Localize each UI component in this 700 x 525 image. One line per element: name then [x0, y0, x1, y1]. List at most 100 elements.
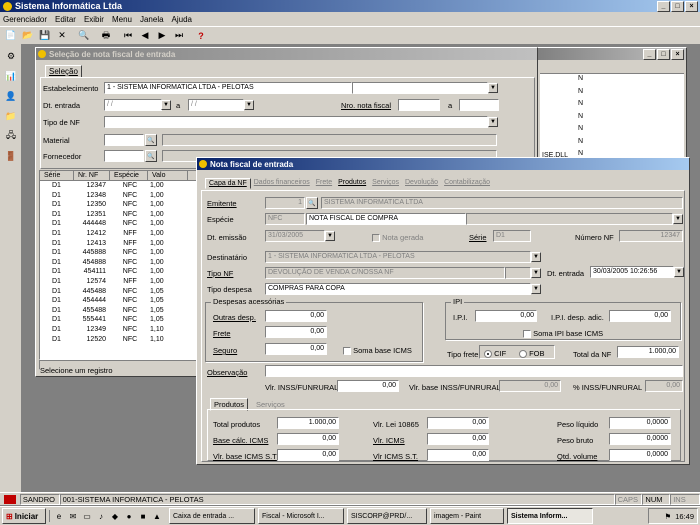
especie-code-field[interactable]: NFC [265, 213, 305, 225]
frete-field[interactable]: 0,00 [265, 326, 327, 338]
material-code-field[interactable] [104, 134, 144, 146]
grid-header-cell[interactable]: Espécie [110, 171, 148, 181]
tipo-despesa-dropdown-icon[interactable]: ▼ [531, 284, 541, 294]
vlr-icms-st-field[interactable]: 0,00 [427, 449, 489, 461]
dt-entrada-start-field[interactable]: / / [104, 99, 162, 111]
ipi-desp-adic-field[interactable]: 0,00 [609, 310, 671, 322]
side-panel-item[interactable]: N [578, 124, 684, 137]
module-icon-1[interactable]: ⚙ [3, 48, 19, 64]
app-icon-2[interactable]: ● [123, 510, 135, 522]
table-row[interactable]: D1 12347 NFC 1,00 [40, 181, 196, 191]
menu-item[interactable]: Editar [55, 15, 76, 24]
serie-field[interactable]: D1 [493, 230, 531, 242]
app-icon-3[interactable]: ■ [137, 510, 149, 522]
table-row[interactable]: D1 12350 NFC 1,00 [40, 200, 196, 210]
menu-item[interactable]: Gerenciador [3, 15, 47, 24]
nota-tab[interactable]: Serviços [369, 178, 402, 189]
frete-fob-radio[interactable]: FOB [519, 349, 545, 359]
peso-liquido-field[interactable]: 0,0000 [609, 417, 671, 429]
destinatario-dropdown-icon[interactable]: ▼ [531, 252, 541, 262]
table-row[interactable]: D1 12349 NFC 1,10 [40, 325, 196, 335]
task-paint[interactable]: imagem - Paint [430, 508, 504, 524]
task-caixa-entrada[interactable]: Caixa de entrada ... [169, 508, 255, 524]
fornecedor-code-field[interactable] [104, 150, 144, 162]
nota-tab[interactable]: Devolução [402, 178, 441, 189]
app-icon-1[interactable]: ◆ [109, 510, 121, 522]
dt-entrada-nota-dropdown-icon[interactable]: ▼ [674, 267, 684, 277]
nota-tab[interactable]: Produtos [335, 178, 369, 189]
dt-entrada-end-dropdown-icon[interactable]: ▼ [244, 100, 254, 110]
side-panel-item[interactable]: N [578, 137, 684, 150]
prev-record-icon[interactable]: ◀ [137, 28, 153, 44]
delete-icon[interactable]: ✕ [54, 28, 70, 44]
table-row[interactable]: D1 12412 NFF 1,00 [40, 229, 196, 239]
tipo-nf-nota-dropdown-icon[interactable]: ▼ [531, 268, 541, 278]
table-row[interactable]: D1 555441 NFC 1,05 [40, 315, 196, 325]
module-icon-6[interactable]: 🚪 [3, 148, 19, 164]
tipo-despesa-field[interactable]: COMPRAS PARA COPA [265, 283, 531, 295]
search-icon[interactable]: 🔍 [76, 28, 92, 44]
side-panel-item[interactable]: N [578, 87, 684, 100]
table-row[interactable]: D1 454888 NFC 1,00 [40, 258, 196, 268]
minimize-button[interactable]: _ [657, 0, 670, 12]
frete-cif-radio[interactable]: CIF [484, 349, 506, 359]
numero-nf-field[interactable]: 12347 [619, 230, 683, 242]
side-panel-item[interactable]: N [578, 112, 684, 125]
nf-grid[interactable]: Série Nr. NF Espécie Valo D1 12347 NFC 1,00 D1 1… [39, 170, 197, 360]
table-row[interactable]: D1 445888 NFC 1,00 [40, 248, 196, 258]
outlook-icon[interactable]: ✉ [67, 510, 79, 522]
start-button[interactable]: ⊞ Iniciar [2, 508, 46, 524]
task-siscorp[interactable]: SISCORP@PRD/... [347, 508, 427, 524]
total-produtos-field[interactable]: 1.000,00 [277, 417, 339, 429]
nota-tab[interactable]: Dados financeiros [251, 178, 313, 189]
table-row[interactable]: D1 12348 NFC 1,00 [40, 191, 196, 201]
menu-item[interactable]: Menu [112, 15, 132, 24]
open-icon[interactable]: 📂 [20, 28, 36, 44]
nota-gerada-checkbox[interactable]: Nota gerada [372, 233, 423, 243]
menu-item[interactable]: Janela [140, 15, 164, 24]
tipo-nf-field[interactable] [104, 116, 488, 128]
menu-item[interactable]: Ajuda [172, 15, 192, 24]
desktop-icon[interactable]: ▭ [81, 510, 93, 522]
nota-tab[interactable]: Frete [313, 178, 335, 189]
base-icms-st-field[interactable]: 0,00 [277, 449, 339, 461]
side-maximize-button[interactable]: □ [657, 48, 670, 60]
nota-tab[interactable]: Capa da NF [205, 178, 251, 189]
pct-inss-field[interactable]: 0,00 [645, 380, 683, 392]
dt-emissao-field[interactable]: 31/03/2005 [265, 230, 325, 242]
close-button[interactable]: × [685, 0, 698, 12]
app-icon-4[interactable]: ▲ [151, 510, 163, 522]
table-row[interactable]: D1 444448 NFC 1,00 [40, 219, 196, 229]
dt-entrada-field-nota[interactable]: 30/03/2005 10:26:56 [590, 266, 674, 278]
module-icon-2[interactable]: 📊 [3, 68, 19, 84]
table-row[interactable]: D1 12574 NFF 1,00 [40, 277, 196, 287]
ipi-field[interactable]: 0,00 [475, 310, 537, 322]
side-panel-item[interactable]: N [578, 99, 684, 112]
module-icon-3[interactable]: 👤 [3, 88, 19, 104]
table-row[interactable]: D1 455488 NFC 1,05 [40, 306, 196, 316]
soma-base-icms-checkbox[interactable]: Soma base ICMS [343, 346, 412, 356]
lei-10865-field[interactable]: 0,00 [427, 417, 489, 429]
save-icon[interactable]: 💾 [37, 28, 53, 44]
peso-bruto-field[interactable]: 0,0000 [609, 433, 671, 445]
task-fiscal[interactable]: Fiscal - Microsoft I... [258, 508, 344, 524]
estabelecimento-extra-field[interactable] [352, 82, 488, 94]
seguro-field[interactable]: 0,00 [265, 343, 327, 355]
nota-tab[interactable]: Contabilização [441, 178, 493, 189]
side-panel-item[interactable]: N [578, 74, 684, 87]
tipo-nf-field-nota[interactable]: DEVOLUÇÃO DE VENDA C/NOSSA NF [265, 267, 505, 279]
table-row[interactable]: D1 12413 NFF 1,00 [40, 239, 196, 249]
inss-field[interactable]: 0,00 [337, 380, 399, 392]
ie-icon[interactable]: e [53, 510, 65, 522]
side-minimize-button[interactable]: _ [643, 48, 656, 60]
menu-item[interactable]: Exibir [84, 15, 104, 24]
emitente-search-icon[interactable]: 🔍 [306, 197, 318, 209]
table-row[interactable]: D1 454111 NFC 1,00 [40, 267, 196, 277]
nro-nota-end-field[interactable] [459, 99, 499, 111]
material-search-icon[interactable]: 🔍 [145, 134, 157, 146]
task-sistema[interactable]: Sistema Inform... [507, 508, 593, 524]
estabelecimento-field[interactable]: 1 - SISTEMA INFORMATICA LTDA - PELOTAS [104, 82, 352, 94]
dt-emissao-dropdown-icon[interactable]: ▼ [325, 231, 335, 241]
last-record-icon[interactable]: ⏭ [171, 28, 187, 44]
table-row[interactable]: D1 12351 NFC 1,00 [40, 210, 196, 220]
